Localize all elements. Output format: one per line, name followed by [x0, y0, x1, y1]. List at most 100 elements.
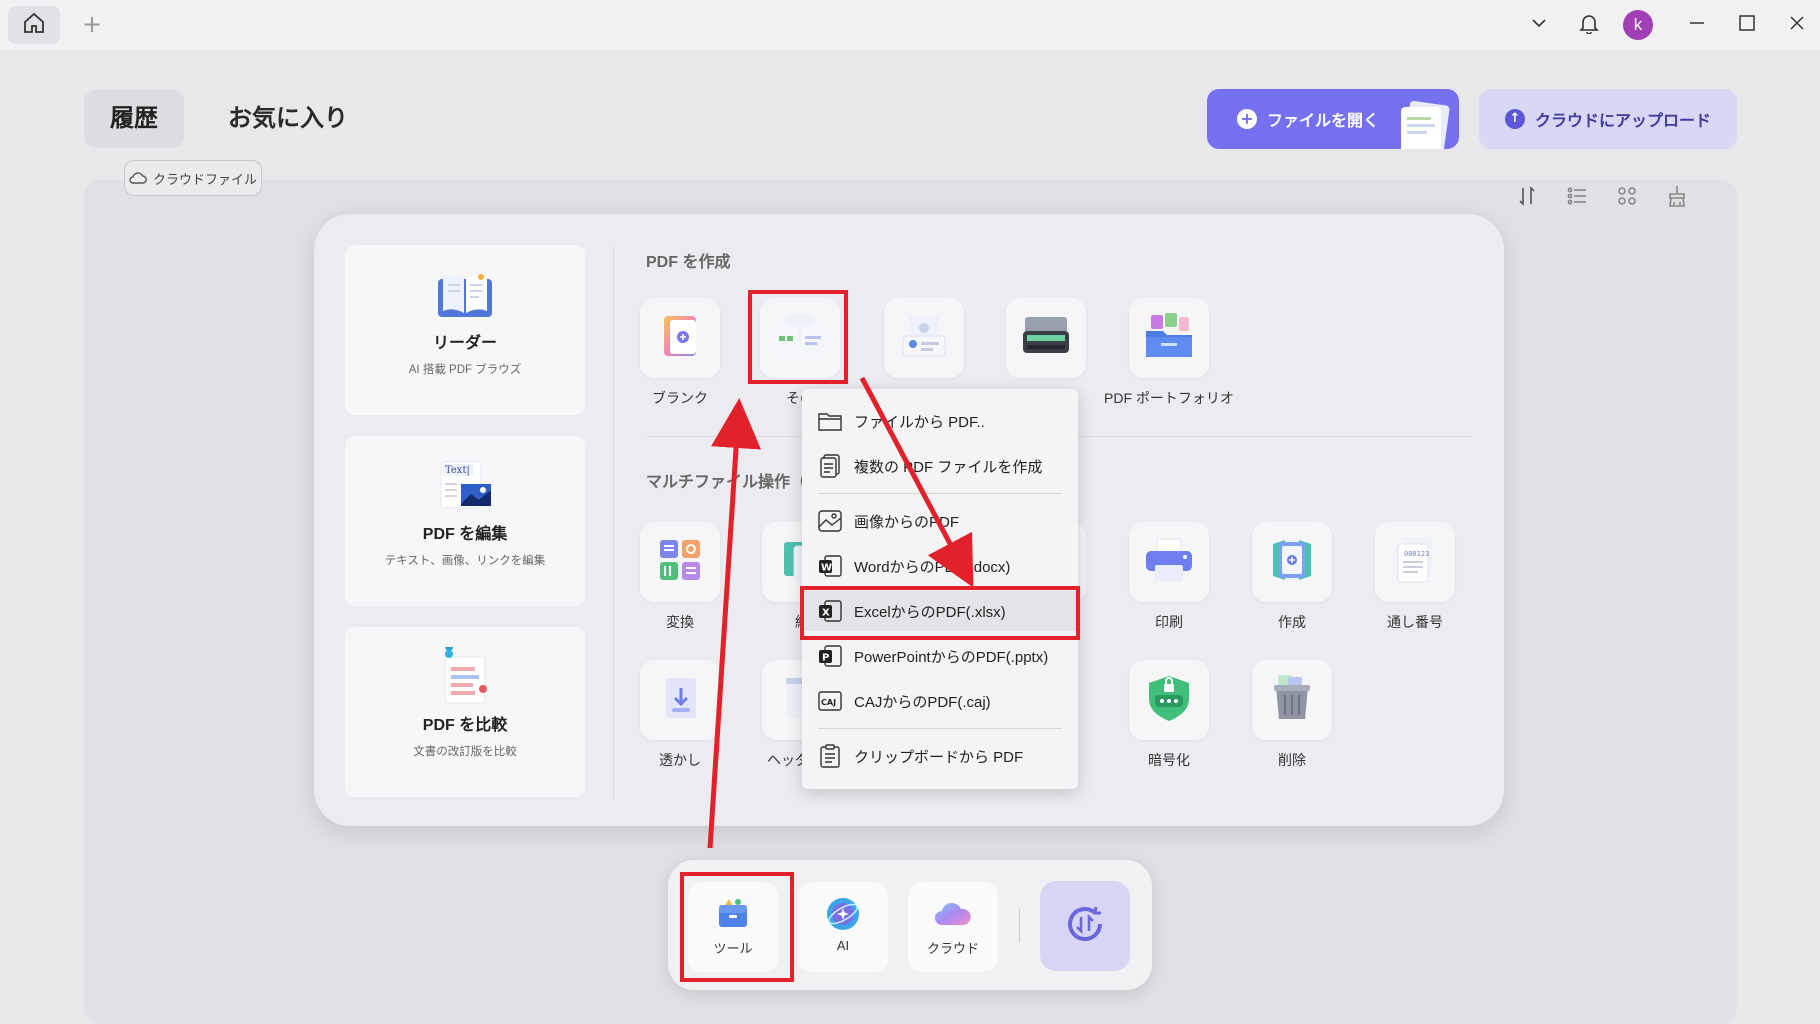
dock-cloud[interactable]: クラウド — [908, 882, 998, 972]
create-batch-label: 作成 — [1278, 614, 1306, 630]
dock-ai[interactable]: AI — [798, 882, 888, 972]
new-tab-button[interactable]: + — [78, 10, 106, 38]
create-batch-tile[interactable] — [1252, 522, 1332, 602]
broom-icon — [1665, 184, 1689, 213]
multi-section-label: マルチファイル操作（バ — [646, 474, 823, 491]
powerpoint-icon: P — [818, 644, 842, 668]
portfolio-label: PDF ポートフォリオ — [1104, 390, 1234, 406]
dock-ai-label: AI — [836, 938, 850, 953]
minimize-button[interactable] — [1680, 8, 1714, 42]
create-icon — [1269, 536, 1315, 589]
id-card-tile[interactable] — [884, 298, 964, 378]
bates-number-icon: 000123 — [1392, 536, 1438, 589]
delete-tile[interactable] — [1252, 660, 1332, 740]
menu-item-from-image[interactable]: 画像からのPDF — [802, 501, 1078, 541]
svg-text:W: W — [821, 563, 832, 574]
edit-pdf-card[interactable]: Text| PDF を編集 テキスト、画像、リンクを編集 — [345, 436, 585, 606]
folder-icon — [818, 409, 842, 433]
cloud-outline-icon — [129, 171, 147, 185]
convert-label: 変換 — [666, 614, 694, 630]
cloud-files-label: クラウドファイル — [152, 171, 257, 187]
cloud-files-filter[interactable]: クラウドファイル — [124, 160, 262, 196]
dock-tools[interactable]: ツール — [688, 882, 778, 972]
plus-circle-icon: + — [1237, 109, 1257, 129]
dock-cloud-label: クラウド — [926, 941, 979, 956]
dock-tools-label: ツール — [713, 941, 753, 956]
other-doc-icon — [773, 312, 827, 365]
menu-item-from-word[interactable]: W WordからのPDF(.docx) — [802, 546, 1078, 586]
dock-convert-button[interactable] — [1040, 881, 1130, 971]
cloud-icon — [933, 894, 973, 934]
documents-illustration-icon — [1389, 97, 1459, 149]
open-file-button[interactable]: + ファイルを開く — [1207, 89, 1459, 149]
menu-item-multiple-files[interactable]: 複数の PDF ファイルを作成 — [802, 446, 1078, 486]
convert-circle-icon — [1060, 899, 1110, 954]
home-tab[interactable] — [8, 6, 60, 44]
menu-label-from-file: ファイルから PDF.. — [854, 413, 985, 431]
cloud-upload-button[interactable]: ↑ クラウドにアップロード — [1479, 89, 1737, 149]
portfolio-icon — [1143, 311, 1195, 366]
menu-item-from-excel[interactable]: X ExcelからのPDF(.xlsx) — [802, 591, 1078, 631]
open-file-label: ファイルを開く — [1267, 113, 1380, 130]
grid-icon — [1616, 185, 1638, 212]
user-avatar-button[interactable]: k — [1620, 8, 1656, 42]
menu-divider — [818, 493, 1062, 494]
column-divider — [613, 245, 614, 800]
title-bar: + k — [0, 0, 1820, 50]
reader-subtitle: AI 搭載 PDF ブラウズ — [408, 364, 522, 376]
reader-title: リーダー — [432, 335, 497, 352]
clean-button[interactable] — [1662, 183, 1692, 213]
svg-text:000123: 000123 — [1404, 550, 1429, 558]
tab-history[interactable]: 履歴 — [84, 90, 184, 148]
caj-icon: CAJ — [818, 689, 842, 713]
convert-tile[interactable] — [640, 522, 720, 602]
svg-text:Text|: Text| — [445, 465, 470, 476]
print-tile[interactable] — [1129, 522, 1209, 602]
printer-icon — [1143, 537, 1195, 588]
sort-button[interactable] — [1512, 183, 1542, 213]
create-section-label: PDF を作成 — [646, 254, 731, 271]
encrypt-shield-icon — [1145, 673, 1193, 728]
maximize-button[interactable] — [1730, 8, 1764, 42]
chevron-down-icon — [1530, 14, 1548, 37]
grid-view-button[interactable] — [1612, 183, 1642, 213]
menu-label-from-caj: CAJからのPDF(.caj) — [854, 693, 991, 711]
id-card-icon — [899, 314, 949, 363]
reader-card[interactable]: リーダー AI 搭載 PDF ブラウズ — [345, 245, 585, 415]
bates-number-tile[interactable]: 000123 — [1375, 522, 1455, 602]
excel-icon: X — [818, 599, 842, 623]
menu-label-from-excel: ExcelからのPDF(.xlsx) — [854, 603, 1006, 621]
menu-item-from-caj[interactable]: CAJ CAJからのPDF(.caj) — [802, 681, 1078, 721]
watermark-tile[interactable] — [640, 660, 720, 740]
word-icon: W — [818, 554, 842, 578]
bell-icon — [1578, 12, 1600, 39]
portfolio-tile[interactable] — [1129, 298, 1209, 378]
compare-pdf-card[interactable]: PDF を比較 文書の改訂版を比較 — [345, 627, 585, 797]
menu-label-multiple-files: 複数の PDF ファイルを作成 — [854, 458, 1043, 476]
menu-label-from-word: WordからのPDF(.docx) — [854, 558, 1011, 576]
compare-pdf-subtitle: 文書の改訂版を比較 — [413, 746, 517, 758]
watermark-label: 透かし — [659, 752, 701, 768]
compare-pdf-title: PDF を比較 — [422, 717, 508, 734]
encrypt-tile[interactable] — [1129, 660, 1209, 740]
svg-text:CAJ: CAJ — [821, 698, 836, 707]
upload-arrow-icon: ↑ — [1504, 109, 1525, 129]
scanner-tile[interactable] — [1006, 298, 1086, 378]
tab-favorites[interactable]: お気に入り — [228, 90, 348, 148]
tabs-dropdown-button[interactable] — [1522, 8, 1556, 42]
svg-text:P: P — [822, 653, 829, 664]
menu-item-from-file[interactable]: ファイルから PDF.. — [802, 401, 1078, 441]
blank-tile[interactable] — [640, 298, 720, 378]
notifications-button[interactable] — [1572, 8, 1606, 42]
menu-label-from-image: 画像からのPDF — [854, 513, 960, 531]
list-view-button[interactable] — [1562, 183, 1592, 213]
menu-item-from-powerpoint[interactable]: P PowerPointからのPDF(.pptx) — [802, 636, 1078, 676]
clipboard-icon — [818, 744, 842, 768]
menu-item-from-clipboard[interactable]: クリップボードから PDF — [802, 736, 1078, 776]
plus-icon: + — [81, 10, 103, 38]
trash-icon — [1270, 673, 1314, 728]
close-button[interactable] — [1780, 8, 1814, 42]
toolbox-icon — [713, 894, 753, 934]
menu-divider — [818, 728, 1062, 729]
other-create-tile[interactable] — [760, 298, 840, 378]
